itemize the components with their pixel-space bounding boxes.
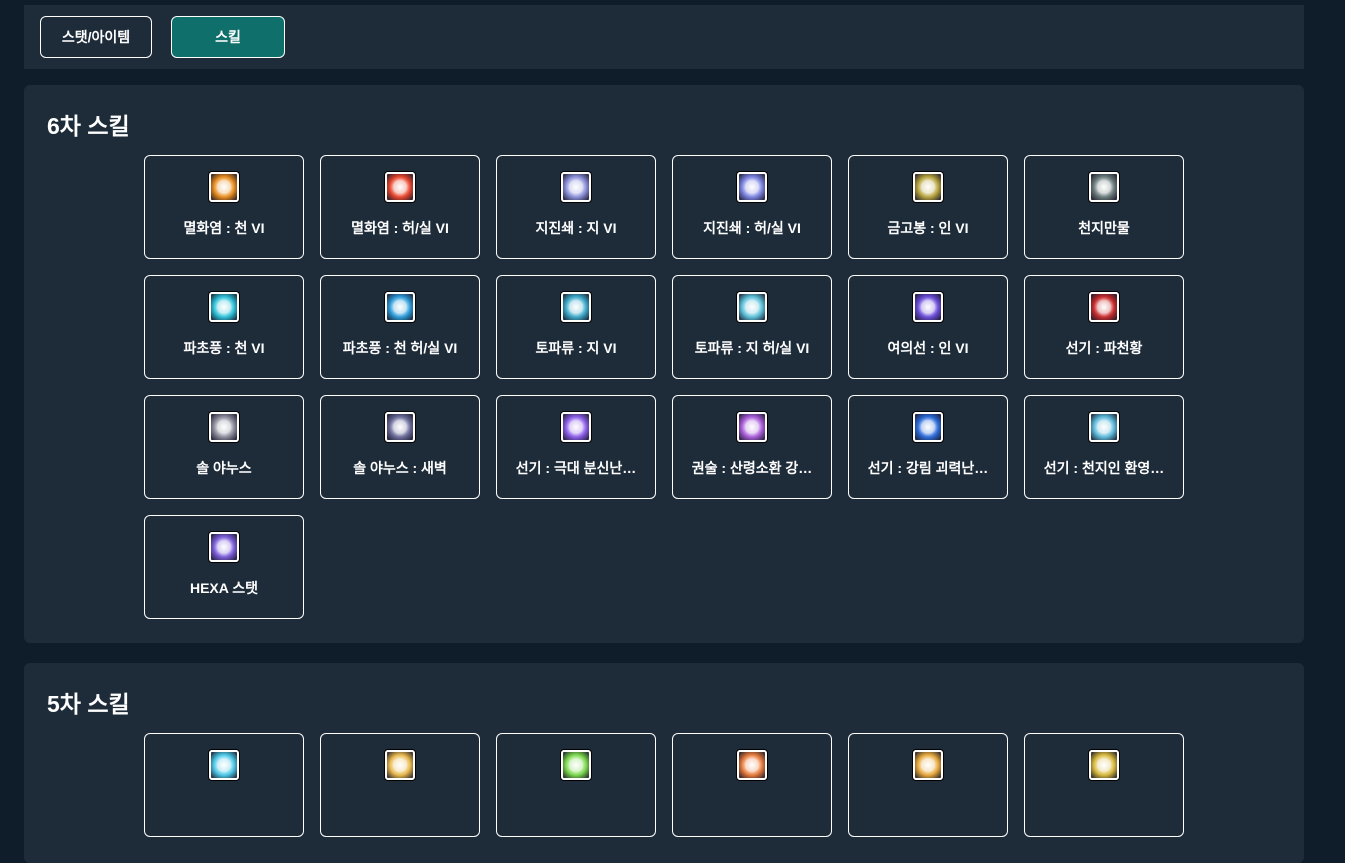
tab-skill[interactable]: 스킬 [171, 16, 285, 58]
skill-card[interactable]: HEXA 스탯 [144, 515, 304, 619]
skill-card[interactable]: 금고봉 : 인 VI [848, 155, 1008, 259]
section-title: 6차 스킬 [47, 113, 130, 139]
skill-grid [144, 733, 1184, 837]
wind-blade-alt-icon [385, 292, 415, 322]
fifth-skill-section: 5차 스킬 [24, 663, 1304, 863]
sol-janus-dawn-icon [385, 412, 415, 442]
skill-label: 선기 : 강림 괴력난… [867, 460, 989, 476]
skill-card[interactable]: 지진쇄 : 지 VI [496, 155, 656, 259]
flame-burst-icon [209, 172, 239, 202]
skill-label: 여의선 : 인 VI [887, 340, 969, 356]
fifth-skill-6-icon [1089, 750, 1119, 780]
wind-blade-icon [209, 292, 239, 322]
skill-label: 토파류 : 지 허/실 VI [694, 340, 810, 356]
skill-card[interactable]: 멸화염 : 천 VI [144, 155, 304, 259]
fifth-skill-5-icon [913, 750, 943, 780]
heaven-earth-human-icon [1089, 412, 1119, 442]
golden-staff-icon [913, 172, 943, 202]
fifth-skill-2-icon [385, 750, 415, 780]
sol-janus-icon [209, 412, 239, 442]
skill-card[interactable]: 파초풍 : 천 VI [144, 275, 304, 379]
earth-wave-icon [561, 292, 591, 322]
fifth-skill-4-icon [737, 750, 767, 780]
sixth-skill-section: 6차 스킬 멸화염 : 천 VI 멸화염 : 허/실 VI 지진쇄 : 지 VI 지진… [24, 85, 1304, 643]
flame-burst-alt-icon [385, 172, 415, 202]
earthquake-chain-alt-icon [737, 172, 767, 202]
skill-label: 선기 : 극대 분신난… [515, 460, 637, 476]
skill-card[interactable]: 파초풍 : 천 허/실 VI [320, 275, 480, 379]
skill-card[interactable]: 선기 : 극대 분신난… [496, 395, 656, 499]
skill-card[interactable] [848, 733, 1008, 837]
skill-label: 멸화염 : 허/실 VI [351, 220, 449, 236]
skill-card[interactable]: 토파류 : 지 허/실 VI [672, 275, 832, 379]
skill-card[interactable]: 선기 : 천지인 환영… [1024, 395, 1184, 499]
skill-card[interactable]: 멸화염 : 허/실 VI [320, 155, 480, 259]
skill-card[interactable] [144, 733, 304, 837]
skill-label: 천지만물 [1078, 220, 1130, 236]
earth-wave-alt-icon [737, 292, 767, 322]
fifth-skill-1-icon [209, 750, 239, 780]
heaven-earth-icon [1089, 172, 1119, 202]
skill-label: 권술 : 산령소환 강… [691, 460, 813, 476]
skill-label: HEXA 스탯 [189, 580, 259, 596]
section-title: 5차 스킬 [47, 691, 130, 717]
earthquake-chain-icon [561, 172, 591, 202]
top-tab-bar: 스탯/아이템 스킬 [24, 5, 1304, 69]
skill-card[interactable]: 지진쇄 : 허/실 VI [672, 155, 832, 259]
skill-card[interactable] [320, 733, 480, 837]
skill-label: 금고봉 : 인 VI [887, 220, 969, 236]
skill-label: 파초풍 : 천 허/실 VI [342, 340, 458, 356]
skill-label: 멸화염 : 천 VI [183, 220, 265, 236]
skill-card[interactable]: 권술 : 산령소환 강… [672, 395, 832, 499]
skill-grid: 멸화염 : 천 VI 멸화염 : 허/실 VI 지진쇄 : 지 VI 지진쇄 : 허/… [144, 155, 1184, 619]
skill-card[interactable]: 토파류 : 지 VI [496, 275, 656, 379]
mountain-spirit-icon [737, 412, 767, 442]
skill-card[interactable]: 여의선 : 인 VI [848, 275, 1008, 379]
skill-card[interactable]: 선기 : 파천황 [1024, 275, 1184, 379]
skill-card[interactable]: 선기 : 강림 괴력난… [848, 395, 1008, 499]
skill-label: 선기 : 파천황 [1065, 340, 1143, 356]
skill-label: 토파류 : 지 VI [535, 340, 617, 356]
skill-card[interactable]: 솔 야누스 : 새벽 [320, 395, 480, 499]
tab-stat-item[interactable]: 스탯/아이템 [40, 16, 152, 58]
skill-label: 솔 야누스 [196, 460, 252, 476]
skill-label: 솔 야누스 : 새벽 [353, 460, 447, 476]
sky-breaker-icon [1089, 292, 1119, 322]
descent-strength-icon [913, 412, 943, 442]
skill-label: 지진쇄 : 지 VI [535, 220, 617, 236]
ruyi-fan-icon [913, 292, 943, 322]
skill-card[interactable] [1024, 733, 1184, 837]
skill-card[interactable]: 솔 야누스 [144, 395, 304, 499]
skill-card[interactable]: 천지만물 [1024, 155, 1184, 259]
skill-card[interactable] [672, 733, 832, 837]
fifth-skill-3-icon [561, 750, 591, 780]
skill-card[interactable] [496, 733, 656, 837]
skill-label: 파초풍 : 천 VI [183, 340, 265, 356]
skill-label: 선기 : 천지인 환영… [1043, 460, 1165, 476]
clone-chaos-icon [561, 412, 591, 442]
hexa-stat-icon [209, 532, 239, 562]
skill-label: 지진쇄 : 허/실 VI [703, 220, 801, 236]
